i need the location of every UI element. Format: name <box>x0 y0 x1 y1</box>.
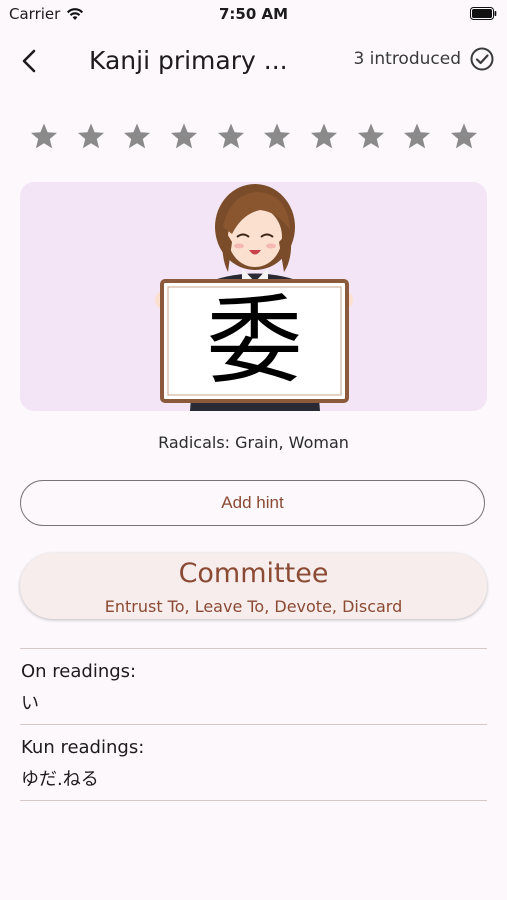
back-button[interactable] <box>12 44 46 78</box>
status-time: 7:50 AM <box>218 5 289 23</box>
star-icon[interactable] <box>123 122 151 150</box>
star-icon[interactable] <box>450 122 478 150</box>
introduced-status[interactable]: 3 introduced <box>353 46 495 72</box>
divider <box>20 648 487 649</box>
add-hint-button[interactable]: Add hint <box>20 480 485 526</box>
star-icon[interactable] <box>217 122 245 150</box>
kanji-illustration-card: 委 <box>20 182 487 411</box>
divider <box>20 800 487 801</box>
star-icon[interactable] <box>30 122 58 150</box>
star-icon[interactable] <box>170 122 198 150</box>
kun-readings-value: ゆだ.ねる <box>21 769 99 790</box>
star-icon[interactable] <box>263 122 291 150</box>
on-readings-label: On readings: <box>21 661 137 682</box>
app-bar: Kanji primary ... 3 introduced <box>0 38 507 84</box>
introduced-label: 3 introduced <box>353 49 461 69</box>
on-readings-value: い <box>21 693 39 714</box>
check-circle-icon <box>470 47 494 71</box>
star-icon[interactable] <box>357 122 385 150</box>
star-icon[interactable] <box>77 122 105 150</box>
battery-icon <box>470 7 497 20</box>
star-icon[interactable] <box>310 122 338 150</box>
radicals-text: Radicals: Grain, Woman <box>158 433 349 452</box>
kanji-character: 委 <box>206 285 303 397</box>
meaning-card[interactable]: Committee Entrust To, Leave To, Devote, … <box>20 553 487 619</box>
back-arrow-icon <box>22 49 36 73</box>
secondary-meanings: Entrust To, Leave To, Devote, Discard <box>104 597 403 616</box>
status-bar: Carrier 7:50 AM <box>0 0 507 28</box>
primary-meaning: Committee <box>178 558 329 589</box>
page-title: Kanji primary ... <box>89 46 288 75</box>
star-icon[interactable] <box>403 122 431 150</box>
star-rating <box>30 122 478 150</box>
kun-readings-label: Kun readings: <box>21 737 145 758</box>
divider <box>20 724 487 725</box>
